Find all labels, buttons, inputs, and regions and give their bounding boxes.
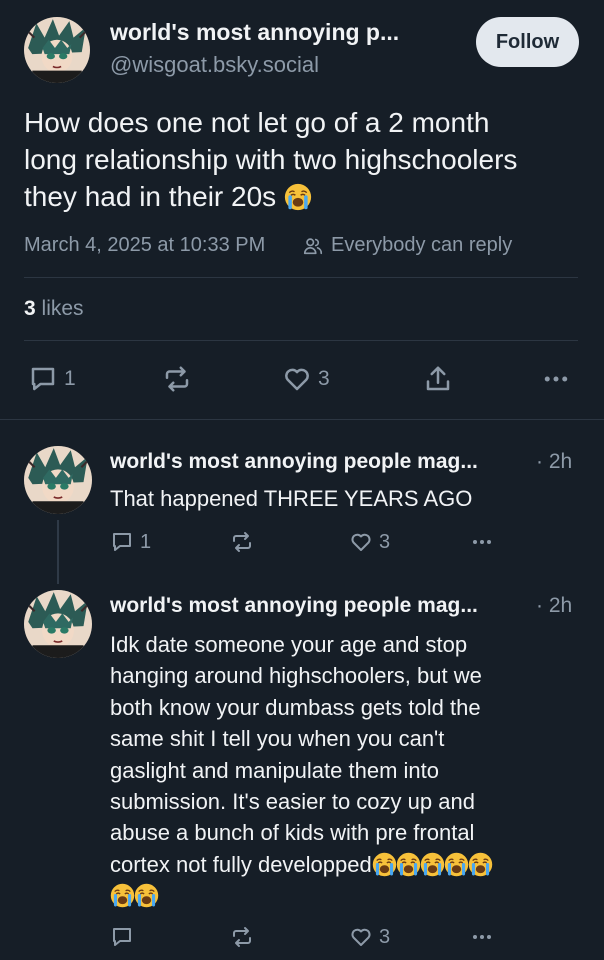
- repost-icon: [230, 530, 254, 554]
- reply-avatar[interactable]: [24, 590, 92, 658]
- loudly-crying-face-icon: [396, 852, 421, 877]
- author-handle[interactable]: @wisgoat.bsky.social: [110, 52, 319, 78]
- reply-setting[interactable]: Everybody can reply: [302, 234, 512, 257]
- share-icon: [423, 364, 453, 394]
- reply-time: · 2h: [536, 594, 573, 617]
- loudly-crying-face-icon: [110, 883, 135, 908]
- heart-icon: [349, 530, 373, 554]
- loudly-crying-face-icon: [444, 852, 469, 877]
- repost-icon: [162, 364, 192, 394]
- reply-button[interactable]: 1: [110, 530, 151, 554]
- reply-text-line: gaslight and manipulate them into: [110, 757, 439, 783]
- reply-text-line: [110, 880, 590, 911]
- reply-text-line: Idk date someone your age and stop: [110, 632, 468, 657]
- likes-count: 3: [24, 297, 36, 320]
- post-text-line: How does one not let go of a 2 month: [24, 107, 490, 138]
- post-text: How does one not let go of a 2 month lon…: [24, 104, 594, 215]
- likes-label: likes: [41, 297, 84, 320]
- more-icon: [541, 364, 571, 394]
- reply-author-name[interactable]: world's most annoying people mag...: [110, 594, 530, 618]
- loudly-crying-face-icon: [420, 852, 445, 877]
- reply-text-line: hanging around highschoolers, but we: [110, 663, 482, 689]
- author-name[interactable]: world's most annoying p...: [110, 19, 460, 46]
- follow-button[interactable]: Follow: [476, 17, 579, 67]
- reply-button[interactable]: 1: [28, 364, 76, 394]
- repost-button[interactable]: [230, 530, 254, 554]
- like-button[interactable]: 3: [282, 364, 330, 394]
- like-button[interactable]: 3: [349, 925, 390, 949]
- avatar-image: [24, 446, 92, 514]
- people-icon: [302, 235, 324, 257]
- reply-icon: [28, 364, 58, 394]
- reply-time: · 2h: [536, 450, 573, 473]
- like-count: 3: [379, 530, 391, 553]
- reply-text-line: both know your dumbass gets told the: [110, 694, 481, 720]
- like-button[interactable]: 3: [349, 530, 390, 554]
- reply-icon: [110, 925, 134, 949]
- thread-line: [57, 520, 59, 584]
- reply-text-line: same shit I tell you when you can't: [110, 726, 445, 752]
- more-options-button[interactable]: [469, 925, 495, 949]
- author-avatar[interactable]: [24, 17, 90, 83]
- heart-icon: [282, 364, 312, 394]
- likes-summary[interactable]: 3 likes: [24, 297, 84, 321]
- divider: [24, 340, 578, 341]
- reply-button[interactable]: [110, 925, 134, 949]
- section-divider: [0, 419, 604, 420]
- reply-count: 1: [64, 367, 76, 390]
- repost-icon: [230, 925, 254, 949]
- loudly-crying-face-icon: [134, 883, 159, 908]
- more-icon: [469, 925, 495, 949]
- reply-author-name[interactable]: world's most annoying people mag...: [110, 450, 530, 474]
- avatar-image: [24, 17, 90, 83]
- reply-text-line: abuse a bunch of kids with pre frontal: [110, 820, 475, 846]
- reply-count: 1: [140, 530, 152, 553]
- reply-text-line: cortex not fully developped: [110, 849, 590, 880]
- more-icon: [469, 530, 495, 554]
- more-options-button[interactable]: [541, 364, 571, 394]
- reply-icon: [110, 530, 134, 554]
- repost-button[interactable]: [230, 925, 254, 949]
- more-options-button[interactable]: [469, 530, 495, 554]
- like-count: 3: [379, 925, 391, 948]
- reply-setting-label: Everybody can reply: [331, 234, 513, 256]
- reply-text: That happened THREE YEARS AGO: [110, 486, 473, 511]
- post-timestamp: March 4, 2025 at 10:33 PM: [24, 234, 266, 256]
- loudly-crying-face-icon: [468, 852, 493, 877]
- heart-icon: [349, 925, 373, 949]
- reply-avatar[interactable]: [24, 446, 92, 514]
- like-count: 3: [318, 367, 330, 390]
- post-text-line: long relationship with two highschoolers: [24, 144, 518, 175]
- repost-button[interactable]: [162, 364, 192, 394]
- divider: [24, 277, 578, 278]
- post-text-line: they had in their 20s: [24, 178, 594, 215]
- loudly-crying-face-icon: [372, 852, 397, 877]
- reply-text-line: submission. It's easier to cozy up and: [110, 789, 475, 815]
- avatar-image: [24, 590, 92, 658]
- loudly-crying-face-icon: [284, 183, 312, 211]
- share-button[interactable]: [423, 364, 453, 394]
- reply-text: Idk date someone your age and stop hangi…: [110, 629, 590, 912]
